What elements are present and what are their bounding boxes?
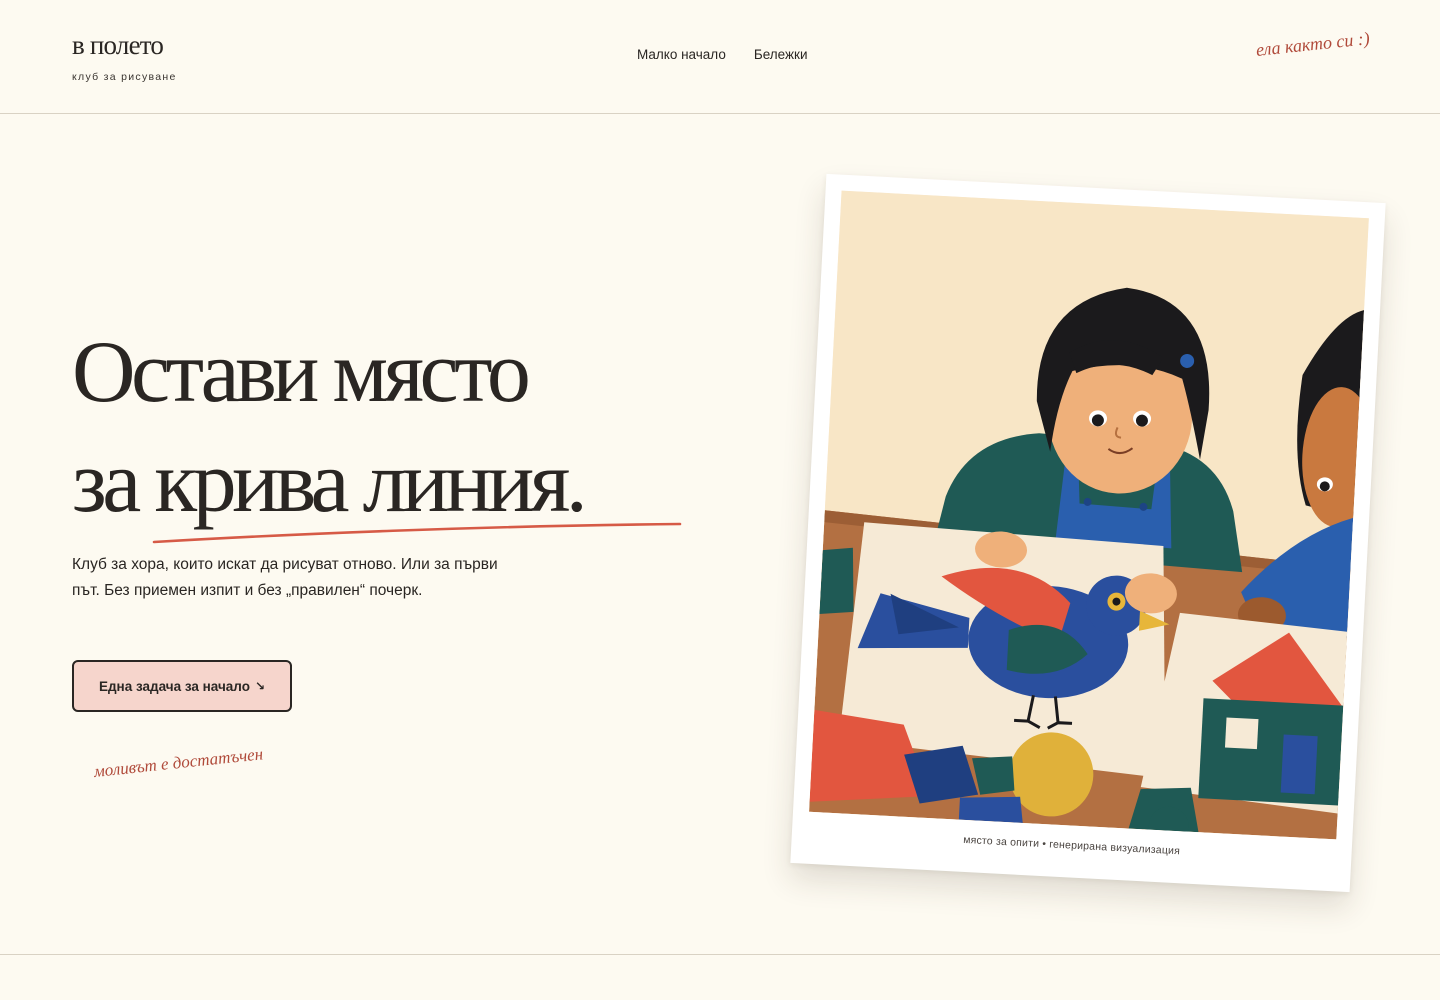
headline-underline-stroke [152,522,682,544]
start-task-button[interactable]: Една задача за начало ↘ [72,660,292,712]
illustration-card: място за опити • генерирана визуализация [790,173,1386,893]
nav-link-start[interactable]: Малко начало [637,47,726,62]
nav-link-notes[interactable]: Бележки [754,47,808,62]
collage-artwork [809,190,1369,840]
hero-description: Клуб за хора, които искат да рисуват отн… [72,556,498,599]
headline-line-1: Остави място [72,324,531,421]
handwritten-welcome-note: ела както си :) [1254,28,1371,60]
arrow-down-right-icon: ↘ [254,679,266,693]
brand-logo[interactable]: в полето [72,30,164,61]
section-divider [0,954,1440,955]
start-task-button-label: Една задача за начало [98,678,250,694]
kids-collage-illustration [809,190,1369,840]
hero-headline: Остави място за крива линия. [72,318,588,538]
handwritten-pencil-note: моливът е достатъчен [92,744,264,781]
site-header: в полето клуб за рисуване Малко начало Б… [0,0,1440,114]
main-nav: Малко начало Бележки [637,47,808,62]
brand-tagline: клуб за рисуване [72,71,177,83]
